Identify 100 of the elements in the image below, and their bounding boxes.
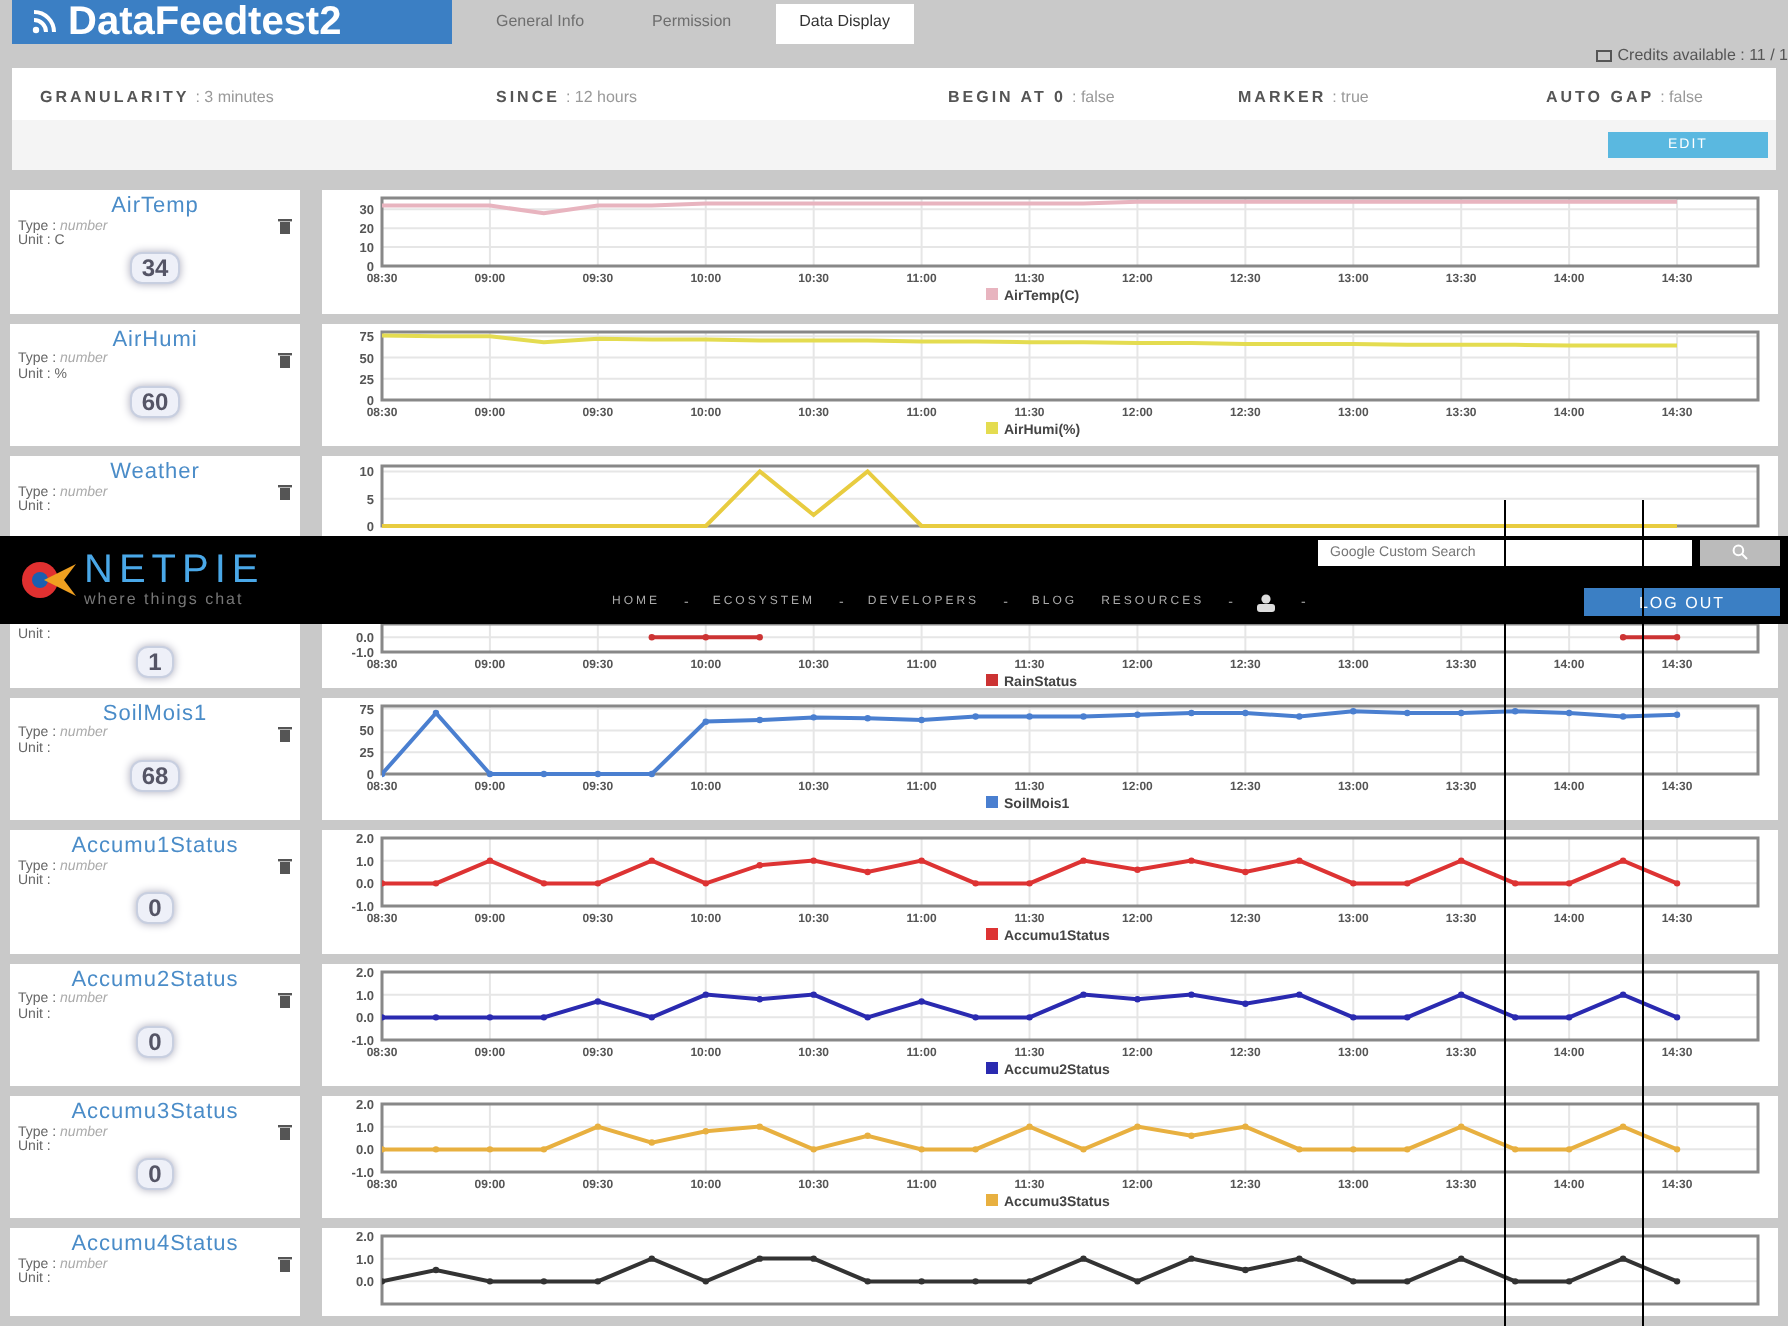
trash-icon[interactable] [278, 1124, 292, 1141]
point [486, 1279, 494, 1286]
trash-icon[interactable] [278, 725, 292, 742]
point [1296, 1146, 1303, 1153]
point [648, 1013, 655, 1020]
setting-value: : 12 hours [565, 87, 638, 106]
point [1242, 1123, 1249, 1131]
point [540, 880, 548, 888]
point [972, 1146, 979, 1153]
point [918, 997, 925, 1005]
point [1296, 990, 1303, 998]
point [1134, 867, 1141, 874]
trash-icon[interactable] [278, 991, 292, 1008]
point [1188, 858, 1195, 865]
point [594, 1123, 602, 1131]
value-badge: 0 [136, 892, 174, 925]
point [432, 1013, 440, 1020]
point [1242, 999, 1249, 1007]
value-badge: 0 [136, 1158, 174, 1191]
point [756, 1256, 763, 1263]
legend-swatch [986, 1061, 998, 1074]
point [1511, 707, 1519, 715]
setting-value: : false [1072, 87, 1115, 106]
value-badge: 1 [136, 646, 174, 679]
point [1673, 1146, 1681, 1153]
title-text: DataFeedtest2 [68, 0, 342, 45]
feed-name: Weather [108, 460, 202, 485]
trash-icon[interactable] [278, 1256, 292, 1273]
legend-swatch [986, 674, 998, 687]
point [1350, 1146, 1357, 1153]
point [594, 997, 602, 1005]
point [1134, 1279, 1141, 1286]
point [432, 880, 440, 888]
point [1511, 1013, 1519, 1020]
point [1026, 880, 1033, 888]
setting-value: : true [1332, 87, 1369, 106]
point [1188, 1256, 1195, 1263]
legend-swatch [986, 421, 998, 434]
point [756, 995, 763, 1002]
trash-icon[interactable] [278, 484, 292, 501]
point [594, 1279, 602, 1286]
search-button[interactable] [1700, 539, 1780, 566]
setting-label: BEGIN AT 0 [948, 87, 1067, 106]
point [864, 714, 871, 722]
setting-label: SINCE [496, 87, 560, 106]
point [756, 1123, 763, 1131]
point [864, 1013, 871, 1020]
point [810, 1256, 817, 1263]
point [540, 1013, 548, 1020]
point [486, 1013, 494, 1020]
point [1404, 880, 1411, 888]
point [702, 718, 709, 725]
setting-label: MARKER [1238, 87, 1327, 106]
point [1080, 713, 1087, 720]
point [432, 1267, 440, 1275]
trash-icon[interactable] [278, 218, 292, 235]
point [972, 713, 979, 720]
point [540, 1279, 548, 1286]
point [1673, 1279, 1681, 1286]
point [1458, 1256, 1465, 1263]
point [432, 709, 440, 717]
feed-name: SoilMois1 [102, 701, 210, 726]
point [1565, 1013, 1573, 1020]
setting-value: : false [1660, 87, 1703, 106]
logo-text: NETPIE [84, 550, 265, 591]
point [1026, 1279, 1033, 1286]
point [864, 1279, 871, 1286]
gear-logo-icon [16, 557, 76, 602]
point [1134, 711, 1141, 718]
point [1350, 1279, 1357, 1286]
point [1619, 1123, 1627, 1131]
point [1619, 858, 1627, 865]
user-icon[interactable] [1256, 593, 1277, 612]
rss-icon [32, 10, 56, 34]
value-badge: 68 [129, 759, 181, 792]
point [1565, 1146, 1573, 1153]
point [1296, 1256, 1303, 1263]
feed-name: Accumu4Status [69, 1232, 241, 1257]
point [1188, 709, 1195, 717]
point [1026, 1123, 1033, 1131]
value-badge: 0 [136, 1025, 174, 1058]
setting-value: : 3 minutes [195, 87, 274, 106]
point [1619, 1256, 1627, 1263]
tab[interactable]: Data Display [775, 4, 914, 44]
legend-swatch [986, 1194, 998, 1207]
trash-icon[interactable] [278, 858, 292, 875]
point [1565, 1279, 1573, 1286]
legend-swatch [986, 795, 998, 808]
credits-icon [1595, 49, 1612, 62]
point [1296, 713, 1303, 720]
point [1350, 880, 1357, 888]
point [918, 716, 925, 723]
point [1458, 709, 1465, 717]
point [594, 770, 602, 778]
feed-name: AirHumi [110, 327, 200, 352]
point [1404, 1013, 1411, 1020]
setting-label: AUTO GAP [1546, 87, 1655, 106]
point [972, 880, 979, 888]
trash-icon[interactable] [278, 351, 292, 368]
point [1026, 713, 1033, 720]
